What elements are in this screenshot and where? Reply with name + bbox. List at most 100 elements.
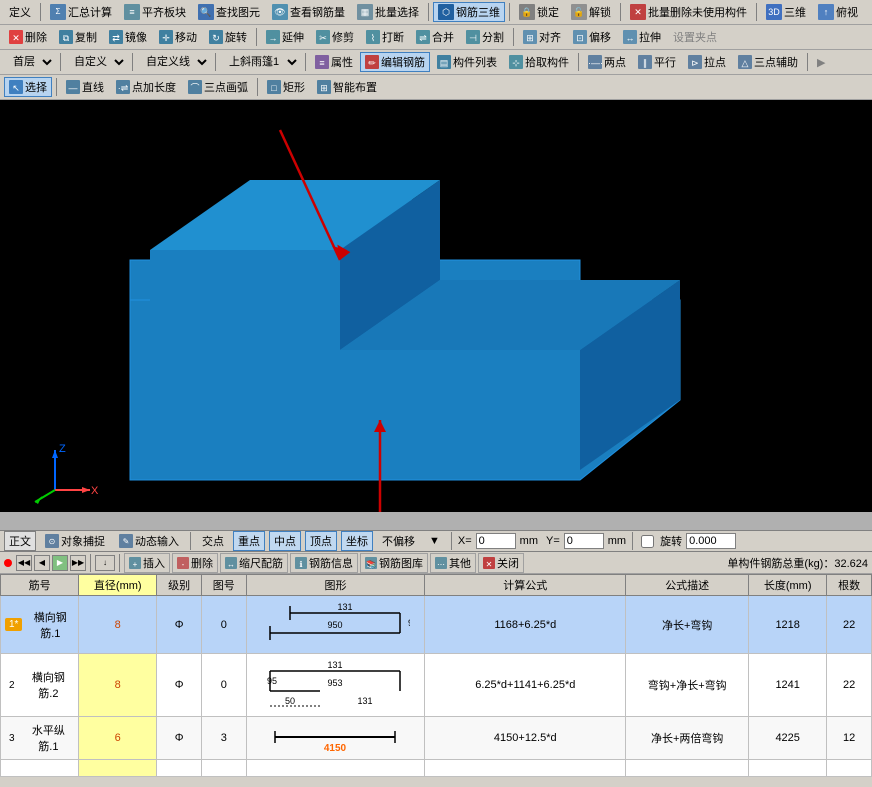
sep-8	[60, 53, 61, 71]
align-icon: ⊞	[523, 30, 537, 44]
btn-rect[interactable]: □ 矩形	[262, 77, 310, 97]
btn-dynamic-input[interactable]: ✎ 动态输入	[114, 531, 184, 551]
table-row-1[interactable]: 1* 横向钢筋.1 8 Φ 0 131 950	[1, 596, 872, 654]
btn-lock[interactable]: 🔒 锁定	[514, 2, 564, 22]
rotate-checkbox[interactable]	[641, 535, 654, 548]
y-input[interactable]	[564, 533, 604, 549]
table-row-3[interactable]: 3 水平纵筋.1 6 Φ 3 4150 4150+12.5*d	[1, 717, 872, 760]
btn-summary[interactable]: Σ 汇总计算	[45, 2, 117, 22]
btn-pull-point[interactable]: ⊳ 拉点	[683, 52, 731, 72]
slope-select[interactable]: 上斜雨篷1	[220, 52, 301, 72]
layer-select[interactable]: 首层	[4, 52, 56, 72]
sep-9	[132, 53, 133, 71]
btn-break[interactable]: ⌇ 打断	[361, 27, 409, 47]
btn-pick-component[interactable]: ⊹ 拾取构件	[504, 52, 574, 72]
btn-parallel[interactable]: ∥ 平行	[633, 52, 681, 72]
btn-find-element[interactable]: 🔍 查找图元	[193, 2, 265, 22]
btn-property[interactable]: ≡ 属性	[310, 52, 358, 72]
btn-nav-prev[interactable]: ◀	[34, 555, 50, 571]
col-header-length: 长度(mm)	[749, 575, 827, 596]
table-row-4[interactable]	[1, 760, 872, 777]
cell-row2-count: 22	[827, 654, 872, 717]
btn-nav-play[interactable]: ▶	[52, 555, 68, 571]
btn-split[interactable]: ⊣ 分割	[461, 27, 509, 47]
rebar-table-container: 筋号 直径(mm) 级别 图号 图形 计算公式 公式描述 长度(mm) 根数 1…	[0, 574, 872, 777]
btn-three-point-aux[interactable]: △ 三点辅助	[733, 52, 803, 72]
btn-coord[interactable]: 坐标	[341, 531, 373, 551]
btn-trim[interactable]: ✂ 修剪	[311, 27, 359, 47]
btn-scale-rebar[interactable]: ↔ 缩尺配筋	[220, 553, 288, 573]
btn-other[interactable]: ⋯ 其他	[430, 553, 476, 573]
col-header-desc: 公式描述	[626, 575, 749, 596]
btn-rotate[interactable]: ↻ 旋转	[204, 27, 252, 47]
btn-define[interactable]: 定义	[4, 2, 36, 22]
btn-endpoint[interactable]: 重点	[233, 531, 265, 551]
cell-row2-figno: 0	[201, 654, 246, 717]
btn-intersection[interactable]: 交点	[197, 531, 229, 551]
rotate-input[interactable]	[686, 533, 736, 549]
btn-vertex[interactable]: 顶点	[305, 531, 337, 551]
btn-normal-text[interactable]: 正文	[4, 531, 36, 551]
btn-point-length[interactable]: ·⇌ 点加长度	[111, 77, 181, 97]
btn-unlock[interactable]: 🔓 解锁	[566, 2, 616, 22]
btn-level-plate[interactable]: ≡ 平齐板块	[119, 2, 191, 22]
row3-num: 3	[5, 732, 19, 745]
btn-rebar-info[interactable]: ℹ 钢筋信息	[290, 553, 358, 573]
btn-batch-delete[interactable]: ✕ 批量删除未使用构件	[625, 2, 752, 22]
toolbar-row-4: ↖ 选择 — 直线 ·⇌ 点加长度 ⌒ 三点画弧 □ 矩形 ⊞ 智能布置	[0, 75, 872, 100]
btn-3d[interactable]: 3D 三维	[761, 2, 811, 22]
btn-close[interactable]: ✕ 关闭	[478, 553, 524, 573]
btn-delete[interactable]: ✕ 删除	[4, 27, 52, 47]
x-input[interactable]	[476, 533, 516, 549]
btn-offset[interactable]: ⊡ 偏移	[568, 27, 616, 47]
btn-edit-rebar[interactable]: ✏ 编辑钢筋	[360, 52, 430, 72]
btn-copy[interactable]: ⧉ 复制	[54, 27, 102, 47]
btn-midpoint[interactable]: 中点	[269, 531, 301, 551]
cell-row4-id	[1, 760, 79, 777]
btn-line[interactable]: — 直线	[61, 77, 109, 97]
shape-svg-3: 4150	[260, 719, 410, 754]
btn-nav-last[interactable]: ▶▶	[70, 555, 86, 571]
btn-nav-first[interactable]: ◀◀	[16, 555, 32, 571]
btn-two-point[interactable]: ·—· 两点	[583, 52, 631, 72]
btn-view-rebar[interactable]: 👁 查看钢筋量	[267, 2, 350, 22]
sep-14	[56, 78, 57, 96]
btn-select[interactable]: ↖ 选择	[4, 77, 52, 97]
btn-rebar-3d[interactable]: ⬡ 钢筋三维	[433, 2, 505, 22]
btn-merge[interactable]: ⇌ 合并	[411, 27, 459, 47]
btn-component-list[interactable]: ▤ 构件列表	[432, 52, 502, 72]
col-header-formula: 计算公式	[425, 575, 626, 596]
btn-top-view[interactable]: ↑ 俯视	[813, 2, 863, 22]
svg-text:Z: Z	[59, 443, 66, 455]
pull-point-icon: ⊳	[688, 55, 702, 69]
btn-smart-layout[interactable]: ⊞ 智能布置	[312, 77, 382, 97]
btn-stretch[interactable]: ↔ 拉伸	[618, 27, 666, 47]
table-row-2[interactable]: 2 横向钢筋.2 8 Φ 0 131 953 95	[1, 654, 872, 717]
cell-row2-diameter: 8	[79, 654, 157, 717]
btn-batch-select[interactable]: ▦ 批量选择	[352, 2, 424, 22]
btn-down[interactable]: ↓	[95, 555, 115, 571]
btn-edit-more[interactable]: ▶	[812, 54, 830, 71]
btn-no-offset[interactable]: 不偏移	[377, 531, 420, 551]
sep-15	[257, 78, 258, 96]
btn-extend[interactable]: → 延伸	[261, 27, 309, 47]
btn-move[interactable]: ✛ 移动	[154, 27, 202, 47]
btn-delete-row[interactable]: - 删除	[172, 553, 218, 573]
sep-4	[620, 3, 621, 21]
subtype-select[interactable]: 自定义线	[137, 52, 211, 72]
type-select[interactable]: 自定义	[65, 52, 128, 72]
btn-rebar-lib[interactable]: 📚 钢筋图库	[360, 553, 428, 573]
btn-grip[interactable]: 设置夹点	[668, 27, 722, 47]
shape-svg-1: 131 950 95	[260, 598, 410, 648]
sep-s2	[451, 532, 452, 550]
main-viewport[interactable]: Z X	[0, 100, 872, 530]
btn-snap-object[interactable]: ⊙ 对象捕捉	[40, 531, 110, 551]
btn-align[interactable]: ⊞ 对齐	[518, 27, 566, 47]
trim-icon: ✂	[316, 30, 330, 44]
cell-row1-count: 22	[827, 596, 872, 654]
btn-offset-dropdown[interactable]: ▼	[424, 533, 445, 549]
btn-three-arc[interactable]: ⌒ 三点画弧	[183, 77, 253, 97]
btn-mirror[interactable]: ⇄ 镜像	[104, 27, 152, 47]
x-unit: mm	[520, 535, 538, 547]
btn-insert[interactable]: + 插入	[124, 553, 170, 573]
